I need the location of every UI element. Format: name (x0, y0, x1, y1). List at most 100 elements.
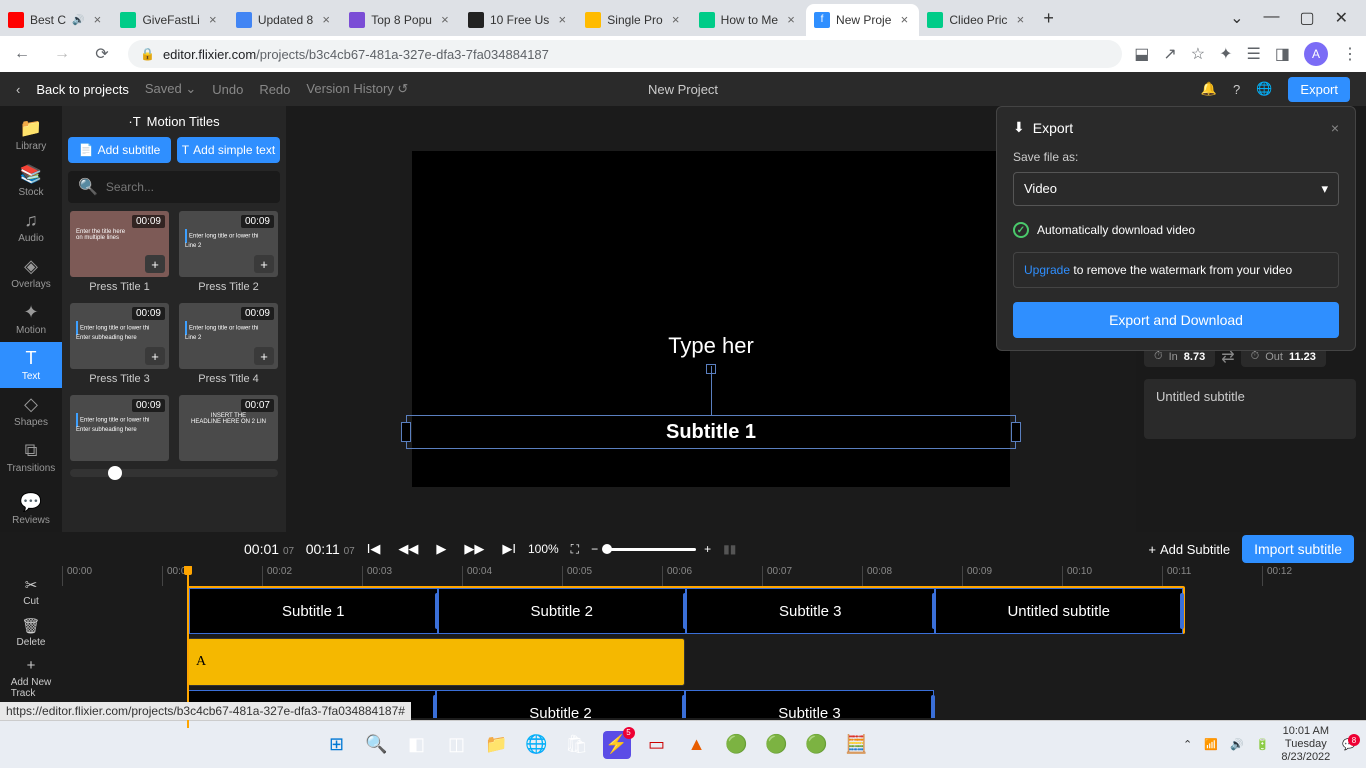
text-track[interactable]: A (62, 638, 1366, 686)
reading-list-icon[interactable]: ☰ (1247, 44, 1261, 64)
columns-icon[interactable]: ▮▮ (723, 542, 736, 556)
close-icon[interactable]: × (90, 13, 104, 27)
maximize-icon[interactable]: ▢ (1299, 8, 1314, 28)
extensions-icon[interactable]: ✦ (1219, 44, 1232, 64)
cut-tool[interactable]: ✂Cut (0, 572, 62, 611)
zoom-in-icon[interactable]: + (704, 542, 711, 556)
delete-tool[interactable]: 🗑Delete (0, 613, 62, 652)
zoom-slider[interactable] (606, 548, 696, 551)
avatar[interactable]: A (1304, 42, 1328, 66)
chevron-left-icon[interactable]: ‹ (16, 82, 20, 97)
project-title[interactable]: New Project (648, 82, 718, 97)
zoom-out-icon[interactable]: − (591, 542, 598, 556)
check-icon[interactable]: ✓ (1013, 222, 1029, 238)
chrome2-icon[interactable]: 🟢 (763, 731, 791, 759)
help-icon[interactable]: ? (1233, 82, 1240, 97)
close-icon[interactable]: × (1331, 120, 1339, 136)
chrome-icon[interactable]: 🟢 (723, 731, 751, 759)
close-icon[interactable]: × (206, 13, 220, 27)
play-icon[interactable]: ▶ (436, 541, 446, 557)
rail-stock[interactable]: 📚Stock (0, 158, 62, 204)
subtitle-clip[interactable]: Subtitle 2 (436, 690, 685, 718)
saved-status[interactable]: Saved ⌄ (145, 81, 196, 97)
skip-end-icon[interactable]: ▶I (502, 541, 516, 557)
version-history[interactable]: Version History ↺ (306, 81, 408, 97)
plus-icon[interactable]: + (254, 255, 274, 273)
tab-5[interactable]: Single Pro× (577, 4, 690, 36)
add-subtitle-button[interactable]: 📄 Add subtitle (68, 137, 171, 163)
text-clip[interactable]: A (187, 638, 685, 686)
upgrade-link[interactable]: Upgrade (1024, 263, 1070, 277)
close-icon[interactable]: × (555, 13, 569, 27)
video-canvas[interactable]: Type her Subtitle 1 (412, 151, 1010, 487)
plus-icon[interactable]: + (145, 255, 165, 273)
bell-icon[interactable]: 🔔 (1201, 81, 1217, 97)
plus-icon[interactable]: + (254, 347, 274, 365)
minimize-icon[interactable]: — (1263, 8, 1279, 28)
search-icon[interactable]: 🔍 (363, 731, 391, 759)
taskbar-clock[interactable]: 10:01 AMTuesday8/23/2022 (1281, 725, 1330, 765)
resize-handle-left[interactable] (401, 422, 411, 442)
tray-chevron-icon[interactable]: ⌃ (1183, 738, 1192, 751)
add-track-tool[interactable]: +Add New Track (0, 654, 62, 703)
title-card-3[interactable]: 00:09Enter long title or lower thiEnter … (70, 303, 169, 385)
widgets-icon[interactable]: ◫ (443, 731, 471, 759)
undo-button[interactable]: Undo (212, 82, 243, 97)
forward-icon[interactable]: ▶▶ (464, 541, 484, 557)
title-card-6[interactable]: 00:07INSERT THEHEADLINE HERE ON 2 LIN (179, 395, 278, 461)
add-subtitle-button[interactable]: + Add Subtitle (1148, 542, 1230, 557)
rail-audio[interactable]: ♫Audio (0, 204, 62, 250)
rail-shapes[interactable]: ◇Shapes (0, 388, 62, 434)
tab-2[interactable]: Updated 8× (228, 4, 341, 36)
wifi-icon[interactable]: 📶 (1204, 738, 1218, 751)
subtitle-clip[interactable]: Subtitle 2 (438, 588, 687, 634)
store-icon[interactable]: 🛍 (563, 731, 591, 759)
tab-4[interactable]: 10 Free Us× (460, 4, 577, 36)
tab-0[interactable]: Best C🔊× (0, 4, 112, 36)
zoom-percent[interactable]: 100% (528, 542, 559, 556)
start-icon[interactable]: ⊞ (323, 731, 351, 759)
subtitle-clip[interactable]: Subtitle 3 (685, 690, 934, 718)
share-icon[interactable]: ↗ (1163, 44, 1176, 64)
skip-start-icon[interactable]: I◀ (367, 541, 381, 557)
subtitle-selection[interactable]: Subtitle 1 (406, 415, 1016, 449)
side-panel-icon[interactable]: ◨ (1275, 44, 1290, 64)
close-icon[interactable]: × (1013, 13, 1027, 27)
tab-6[interactable]: How to Me× (691, 4, 806, 36)
rail-overlays[interactable]: ◈Overlays (0, 250, 62, 296)
menu-icon[interactable]: ⋮ (1342, 44, 1358, 64)
close-icon[interactable]: × (438, 13, 452, 27)
vlc-icon[interactable]: ▲ (683, 731, 711, 759)
resize-handle-right[interactable] (1011, 422, 1021, 442)
tab-1[interactable]: GiveFastLi× (112, 4, 227, 36)
title-card-5[interactable]: 00:09Enter long title or lower thiEnter … (70, 395, 169, 461)
timeline-ruler[interactable]: 00:0000:01 00:0200:03 00:0400:05 00:0600… (62, 566, 1366, 586)
export-button[interactable]: Export (1288, 77, 1350, 102)
redo-button[interactable]: Redo (259, 82, 290, 97)
format-select[interactable]: Video▾ (1013, 172, 1339, 206)
edge-icon[interactable]: 🌐 (523, 731, 551, 759)
close-window-icon[interactable]: ✕ (1335, 8, 1348, 28)
notifications-icon[interactable]: 💬8 (1342, 738, 1356, 751)
back-icon[interactable]: ← (8, 45, 36, 63)
reload-icon[interactable]: ⟳ (88, 44, 116, 64)
close-icon[interactable]: × (784, 13, 798, 27)
install-icon[interactable]: ⬓ (1134, 44, 1149, 64)
close-icon[interactable]: × (669, 13, 683, 27)
task-view-icon[interactable]: ◧ (403, 731, 431, 759)
subtitle-clip[interactable]: Subtitle 1 (189, 588, 438, 634)
new-tab-button[interactable]: + (1035, 8, 1062, 29)
panel-scrollbar[interactable] (70, 469, 278, 477)
rail-library[interactable]: 📁Library (0, 112, 62, 158)
export-download-button[interactable]: Export and Download (1013, 302, 1339, 338)
title-card-1[interactable]: 00:09Enter the title hereon multiple lin… (70, 211, 169, 293)
search-input[interactable]: 🔍 (68, 171, 280, 203)
chrome3-icon[interactable]: 🟢 (803, 731, 831, 759)
rail-reviews[interactable]: 💬Reviews (0, 486, 62, 532)
subtitle-track-1[interactable]: Subtitle 1 Subtitle 2 Subtitle 3 Untitle… (187, 586, 1185, 634)
subtitle-clip[interactable]: Untitled subtitle (935, 588, 1184, 634)
bookmark-icon[interactable]: ☆ (1191, 44, 1205, 64)
subtitle-clip[interactable]: Subtitle 3 (686, 588, 935, 634)
lock-icon[interactable]: 🔒 (140, 47, 155, 61)
tab-7[interactable]: fNew Proje× (806, 4, 919, 36)
